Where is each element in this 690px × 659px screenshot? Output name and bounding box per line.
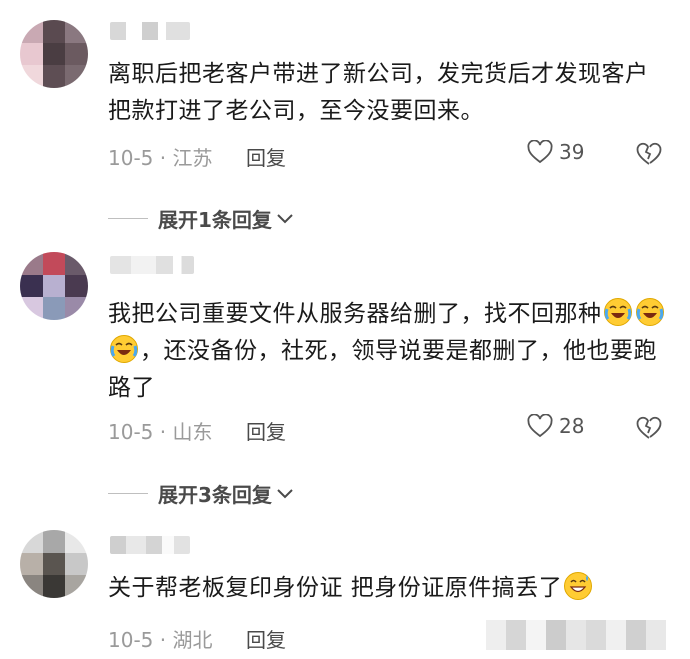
expand-label: 展开1条回复 bbox=[158, 208, 272, 232]
crying-laughing-emoji bbox=[603, 298, 632, 326]
reply-button[interactable]: 回复 bbox=[246, 142, 286, 171]
broken-heart-icon bbox=[636, 416, 662, 439]
dislike-button[interactable] bbox=[636, 142, 662, 170]
comment-date-location: 10-5 · 湖北 bbox=[108, 628, 213, 652]
watermark-mosaic bbox=[486, 620, 666, 650]
username-blurred[interactable] bbox=[110, 256, 194, 274]
reply-button[interactable]: 回复 bbox=[246, 624, 286, 653]
username-blurred[interactable] bbox=[110, 22, 190, 40]
avatar[interactable] bbox=[20, 20, 88, 88]
heart-icon bbox=[527, 414, 553, 438]
sweat-smile-emoji bbox=[564, 572, 593, 600]
comment-text: 我把公司重要文件从服务器给删了，找不回那种 ，还没备份，社死，领导说要是都删了，他… bbox=[108, 296, 668, 407]
comment-date-location: 10-5 · 山东 bbox=[108, 420, 213, 444]
like-count: 28 bbox=[559, 414, 585, 438]
avatar[interactable] bbox=[20, 252, 88, 320]
expand-replies-button[interactable]: 展开1条回复 bbox=[108, 204, 294, 233]
comment-text-part: 我把公司重要文件从服务器给删了，找不回那种 bbox=[108, 301, 602, 327]
divider-line bbox=[108, 218, 148, 219]
like-button[interactable]: 28 bbox=[527, 414, 584, 438]
crying-laughing-emoji bbox=[110, 335, 138, 363]
reply-button[interactable]: 回复 bbox=[246, 416, 286, 445]
heart-icon bbox=[527, 140, 553, 164]
dislike-button[interactable] bbox=[636, 416, 662, 444]
username-blurred[interactable] bbox=[110, 536, 190, 554]
comment-text-part: ，还没备份，社死，领导说要是都删了，他也要跑路了 bbox=[108, 338, 657, 401]
like-count: 39 bbox=[559, 140, 585, 164]
comment-text: 离职后把老客户带进了新公司，发完货后才发现客户把款打进了老公司，至今没要回来。 bbox=[108, 61, 649, 124]
divider-line bbox=[108, 493, 148, 494]
expand-label: 展开3条回复 bbox=[158, 483, 272, 507]
like-button[interactable]: 39 bbox=[527, 140, 584, 164]
comment-text-part: 关于帮老板复印身份证 把身份证原件搞丢了 bbox=[108, 575, 563, 601]
comment-date-location: 10-5 · 江苏 bbox=[108, 146, 213, 170]
broken-heart-icon bbox=[636, 142, 662, 165]
chevron-down-icon bbox=[277, 488, 293, 498]
avatar[interactable] bbox=[20, 530, 88, 598]
expand-replies-button[interactable]: 展开3条回复 bbox=[108, 479, 294, 508]
comment-text: 关于帮老板复印身份证 把身份证原件搞丢了 bbox=[108, 570, 668, 607]
crying-laughing-emoji bbox=[635, 298, 664, 326]
chevron-down-icon bbox=[277, 213, 293, 223]
